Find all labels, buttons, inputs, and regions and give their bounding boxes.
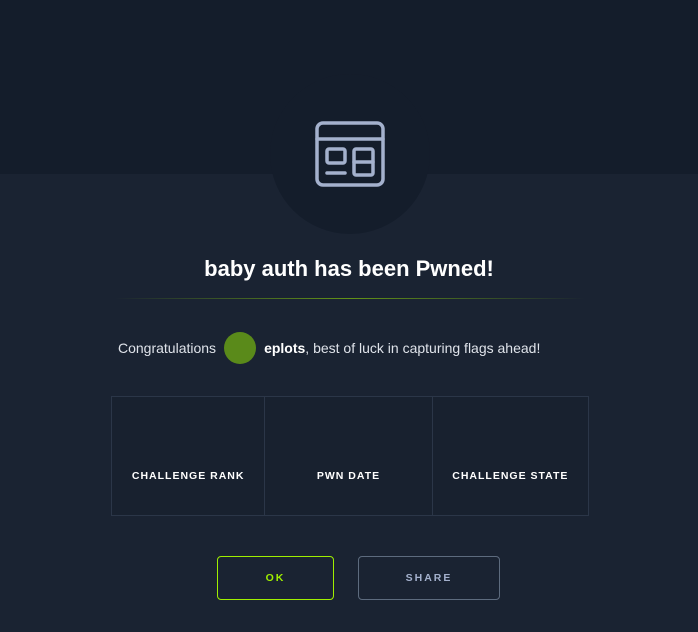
congrats-message: Congratulations eplots , best of luck in… bbox=[118, 331, 540, 365]
stat-label: CHALLENGE RANK bbox=[131, 470, 245, 482]
share-button[interactable]: SHARE bbox=[358, 556, 500, 600]
stats-panel: CHALLENGE RANK PWN DATE CHALLENGE STATE bbox=[111, 396, 589, 516]
pwned-modal: baby auth has been Pwned! Congratulation… bbox=[0, 0, 698, 632]
stat-challenge-state: CHALLENGE STATE bbox=[433, 397, 588, 515]
avatar bbox=[224, 332, 257, 364]
stat-pwn-date: PWN DATE bbox=[265, 397, 433, 515]
browser-window-icon bbox=[315, 121, 385, 187]
ok-button[interactable]: OK bbox=[217, 556, 334, 600]
congrats-prefix: Congratulations bbox=[118, 340, 217, 356]
title-divider bbox=[115, 298, 585, 299]
stat-label: CHALLENGE STATE bbox=[452, 470, 569, 482]
stat-label: PWN DATE bbox=[316, 470, 381, 482]
modal-title: baby auth has been Pwned! bbox=[204, 256, 494, 281]
challenge-icon-badge bbox=[270, 74, 430, 234]
congrats-suffix: , best of luck in capturing flags ahead! bbox=[305, 340, 541, 356]
stat-challenge-rank: CHALLENGE RANK bbox=[112, 397, 266, 515]
username[interactable]: eplots bbox=[264, 340, 305, 356]
